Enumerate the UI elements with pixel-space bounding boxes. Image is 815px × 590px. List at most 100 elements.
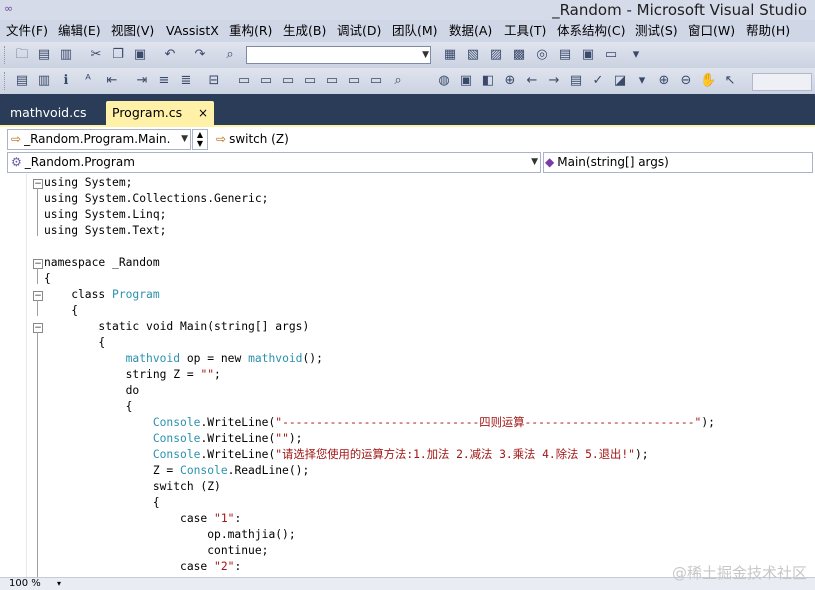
bookmark-prev-icon[interactable]: ▭ (236, 73, 252, 89)
redo-icon[interactable]: ↷ (192, 47, 208, 63)
bookmark-folder-next-icon[interactable]: ▭ (302, 73, 318, 89)
va-open-file-icon[interactable]: ◍ (436, 73, 452, 89)
watermark: @稀土掘金技术社区 (671, 564, 807, 582)
code-line: Console.WriteLine("---------------------… (152, 416, 715, 429)
code-line: Console.WriteLine("请选择您使用的运算方法:1.加法 2.减法… (152, 448, 649, 461)
code-editor[interactable]: − − − − using System; using System.Colle… (0, 174, 815, 577)
start-page-icon[interactable]: ◎ (534, 47, 550, 63)
chevron-down-icon: ▼ (422, 50, 429, 60)
solution-config-combo[interactable]: ▼ (246, 46, 431, 64)
class-icon: ⚙ (11, 155, 22, 169)
parameter-info-icon[interactable]: ▥ (36, 73, 52, 89)
properties-icon[interactable]: ▧ (465, 47, 481, 63)
menu-debug[interactable]: 调试(D) (337, 23, 381, 39)
va-paste-icon[interactable]: ▤ (568, 73, 584, 89)
uncomment-icon[interactable]: ≣ (178, 73, 194, 89)
find-in-files-icon[interactable]: ⌕ (222, 47, 238, 63)
scroll-spinner[interactable]: ▲ ▼ (192, 129, 208, 150)
complete-word-icon[interactable]: ᴬ (80, 73, 96, 89)
visual-studio-logo-icon: ∞ (4, 2, 14, 15)
menu-build[interactable]: 生成(B) (283, 23, 326, 39)
toolbox-icon[interactable]: ▩ (511, 47, 527, 63)
pan-hand-icon[interactable]: ✋ (700, 73, 716, 89)
code-line: case "2": (44, 560, 242, 573)
paste-icon[interactable]: ▣ (132, 47, 148, 63)
zoom-in-icon[interactable]: ⊕ (656, 73, 672, 89)
collapse-icon[interactable]: − (33, 179, 43, 189)
menu-bar: 文件(F) 编辑(E) 视图(V) VAssistX 重构(R) 生成(B) 调… (0, 20, 815, 42)
va-back-icon[interactable]: ← (524, 73, 540, 89)
collapse-icon[interactable]: − (33, 323, 43, 333)
find-icon[interactable]: ⌕ (390, 73, 406, 89)
bookmark-doc-prev-icon[interactable]: ▭ (324, 73, 340, 89)
toolbar-options-icon[interactable]: ▾ (634, 73, 650, 89)
close-icon[interactable]: × (198, 101, 208, 125)
code-line: string Z = ""; (44, 368, 221, 381)
type-combo[interactable]: ⚙ _Random.Program ▼ (7, 152, 541, 173)
toolbar-grip[interactable] (4, 72, 8, 90)
menu-data[interactable]: 数据(A) (449, 23, 492, 39)
menu-architecture[interactable]: 体系结构(C) (557, 23, 625, 39)
va-find-references-icon[interactable]: ◧ (480, 73, 496, 89)
fold-guide (37, 300, 38, 316)
clear-bookmarks-icon[interactable]: ▭ (368, 73, 384, 89)
code-line: using System; (44, 176, 133, 189)
copy-icon[interactable]: ❐ (110, 47, 126, 63)
toolbar-zoom-combo[interactable] (752, 73, 812, 91)
chevron-down-icon[interactable]: ▾ (57, 578, 61, 590)
menu-tools[interactable]: 工具(T) (504, 23, 546, 39)
menu-team[interactable]: 团队(M) (392, 23, 438, 39)
code-line: using System.Text; (44, 224, 167, 237)
chevron-down-icon: ▼ (181, 134, 188, 144)
code-line: class Program (44, 288, 160, 301)
solution-explorer-icon[interactable]: ▦ (442, 47, 458, 63)
menu-file[interactable]: 文件(F) (6, 23, 48, 39)
tab-program-cs[interactable]: Program.cs × (106, 101, 214, 125)
va-forward-icon[interactable]: → (546, 73, 562, 89)
team-explorer-icon[interactable]: ▤ (557, 47, 573, 63)
object-browser-icon[interactable]: ▨ (488, 47, 504, 63)
zoom-out-icon[interactable]: ⊖ (678, 73, 694, 89)
undo-icon[interactable]: ↶ (162, 47, 178, 63)
pointer-icon[interactable]: ↖ (722, 73, 738, 89)
increase-indent-icon[interactable]: ⇥ (134, 73, 150, 89)
open-folder-icon[interactable]: 🗀 (14, 47, 30, 63)
va-goto-icon[interactable]: ⊕ (502, 73, 518, 89)
va-spell-icon[interactable]: ✓ (590, 73, 606, 89)
save-icon[interactable]: ▤ (36, 47, 52, 63)
display-object-members-icon[interactable]: ▤ (14, 73, 30, 89)
menu-view[interactable]: 视图(V) (111, 23, 154, 39)
tab-mathvoid-cs[interactable]: mathvoid.cs (4, 101, 92, 125)
menu-edit[interactable]: 编辑(E) (58, 23, 101, 39)
toolbar-options-icon[interactable]: ▾ (628, 47, 644, 63)
bookmark-folder-prev-icon[interactable]: ▭ (280, 73, 296, 89)
method-combo[interactable]: ◆ Main(string[] args) (543, 152, 813, 173)
toggle-bookmark-icon[interactable]: ⊟ (206, 73, 222, 89)
menu-help[interactable]: 帮助(H) (746, 23, 790, 39)
va-refactor-icon[interactable]: ◪ (612, 73, 628, 89)
menu-test[interactable]: 测试(S) (635, 23, 678, 39)
va-find-symbol-icon[interactable]: ▣ (458, 73, 474, 89)
member-search[interactable]: ⇨ switch (Z) (212, 129, 514, 150)
extension-manager-icon[interactable]: ▣ (580, 47, 596, 63)
cut-icon[interactable]: ✂ (88, 47, 104, 63)
toolbar-grip[interactable] (4, 46, 8, 64)
decrease-indent-icon[interactable]: ⇤ (104, 73, 120, 89)
save-all-icon[interactable]: ▥ (58, 47, 74, 63)
collapse-icon[interactable]: − (33, 259, 43, 269)
bookmark-doc-next-icon[interactable]: ▭ (346, 73, 362, 89)
code-line: case "1": (44, 512, 242, 525)
code-line: namespace _Random (44, 256, 160, 269)
code-line: switch (Z) (44, 480, 221, 493)
member-combo[interactable]: ⇨ _Random.Program.Main. ▼ (7, 129, 191, 150)
bookmark-next-icon[interactable]: ▭ (258, 73, 274, 89)
menu-refactor[interactable]: 重构(R) (229, 23, 272, 39)
zoom-level[interactable]: 100 % (9, 578, 41, 590)
collapse-icon[interactable]: − (33, 291, 43, 301)
menu-vassistx[interactable]: VAssistX (166, 23, 219, 39)
comment-out-icon[interactable]: ≡ (156, 73, 172, 89)
command-window-icon[interactable]: ▭ (603, 47, 619, 63)
quick-info-icon[interactable]: ℹ (58, 73, 74, 89)
title-bar: ∞ _Random - Microsoft Visual Studio (0, 0, 815, 20)
menu-window[interactable]: 窗口(W) (688, 23, 735, 39)
